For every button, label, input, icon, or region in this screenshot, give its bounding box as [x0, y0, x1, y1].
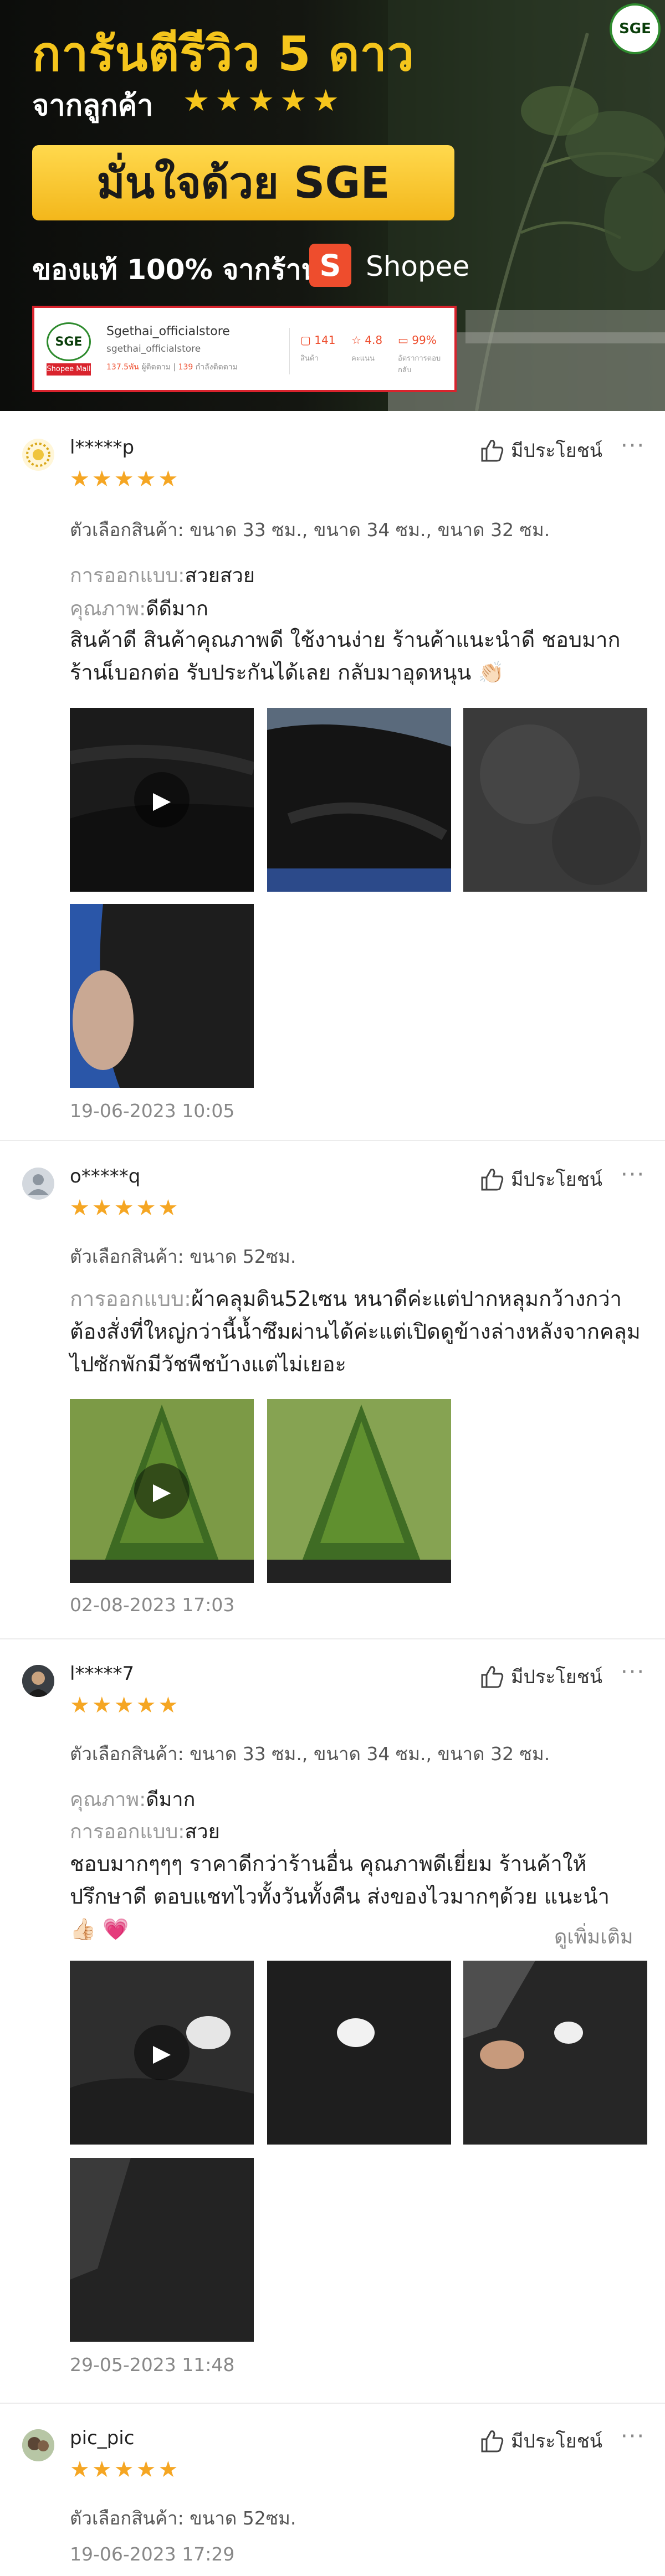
more-options-icon[interactable]: ···	[621, 433, 645, 459]
store-logo-tag: Shopee Mall	[47, 363, 91, 376]
avatar[interactable]	[22, 1168, 54, 1200]
product-variation: ตัวเลือกสินค้า: ขนาด 33 ซม., ขนาด 34 ซม.…	[70, 519, 550, 541]
review-photo[interactable]	[463, 1961, 647, 2145]
review-photo[interactable]	[267, 708, 451, 892]
review-attribute: การออกแบบ:สวยสวย	[70, 564, 255, 587]
review-date: 19-06-2023 17:29	[70, 2543, 235, 2565]
review-item: l*****p มีประโยชน์ ··· ★★★★★ ตัวเลือกสิน…	[0, 411, 665, 1141]
product-variation: ตัวเลือกสินค้า: ขนาด 52ซม.	[70, 2507, 296, 2529]
review-attribute: คุณภาพ:ดีมาก	[70, 1788, 196, 1811]
helpful-button[interactable]: มีประโยชน์	[480, 1164, 602, 1194]
reviewer-name: pic_pic	[70, 2427, 135, 2449]
helpful-button[interactable]: มีประโยชน์	[480, 2426, 602, 2456]
avatar[interactable]	[22, 2429, 54, 2461]
review-attribute: การออกแบบ:สวย	[70, 1821, 220, 1843]
play-icon[interactable]: ▶	[134, 1463, 190, 1519]
shopee-label: Shopee	[366, 250, 470, 282]
see-more-link[interactable]: ดูเพิ่มเติม	[554, 1921, 633, 1952]
promo-banner: การันตีรีวิว 5 ดาว จากลูกค้า ★★★★★ มั่นใ…	[0, 0, 665, 411]
store-stat-response: ▭ 99% อัตราการตอบกลับ	[398, 333, 453, 376]
review-date: 02-08-2023 17:03	[70, 1594, 235, 1616]
play-icon[interactable]: ▶	[134, 2025, 190, 2080]
banner-headline: การันตีรีวิว 5 ดาว	[32, 27, 415, 82]
thumbs-up-icon	[480, 1665, 504, 1688]
thumbs-up-icon	[480, 439, 504, 462]
store-divider	[289, 328, 290, 374]
review-video[interactable]: ▶	[70, 1961, 254, 2145]
reviewer-name: l*****7	[70, 1663, 135, 1685]
box-icon: ▢ 141	[300, 333, 336, 347]
more-options-icon[interactable]: ···	[621, 1162, 645, 1187]
review-photo[interactable]	[267, 1399, 451, 1583]
banner-subhead: จากลูกค้า	[32, 89, 154, 122]
store-logo: SGE Shopee Mall	[47, 322, 91, 378]
rating-stars: ★★★★★	[70, 2457, 181, 2482]
sge-logo: SGE	[610, 3, 661, 54]
review-photo[interactable]	[463, 708, 647, 892]
shopee-bag-icon: S	[309, 244, 351, 287]
more-options-icon[interactable]: ···	[621, 1659, 645, 1685]
rating-stars: ★★★★★	[70, 466, 181, 492]
review-text: ชอบมากๆๆๆ ราคาดีกว่าร้านอื่น คุณภาพดีเยี…	[70, 1852, 610, 1941]
review-text: สินค้าดี สินค้าคุณภาพดี ใช้งานง่าย ร้านค…	[70, 628, 621, 685]
thumbs-up-icon	[480, 1168, 504, 1191]
review-photo[interactable]	[70, 2158, 254, 2342]
banner-cta: มั่นใจด้วย SGE	[32, 145, 454, 220]
review-photo[interactable]	[70, 904, 254, 1088]
helpful-button[interactable]: มีประโยชน์	[480, 1662, 602, 1691]
review-date: 19-06-2023 10:05	[70, 1100, 235, 1122]
review-photo[interactable]	[267, 1961, 451, 2145]
more-options-icon[interactable]: ···	[621, 2424, 645, 2449]
store-logo-mark: SGE	[47, 322, 91, 361]
rating-stars: ★★★★★	[70, 1195, 181, 1221]
avatar[interactable]	[22, 1665, 54, 1697]
review-item: l*****7 มีประโยชน์ ··· ★★★★★ ตัวเลือกสิน…	[0, 1639, 665, 2404]
store-name: Sgethai_officialstore	[106, 325, 230, 338]
store-id: sgethai_officialstore	[106, 343, 201, 354]
store-card: SGE Shopee Mall Sgethai_officialstore sg…	[32, 306, 457, 392]
review-item: o*****q มีประโยชน์ ··· ★★★★★ ตัวเลือกสิน…	[0, 1141, 665, 1639]
review-video[interactable]: ▶	[70, 1399, 254, 1583]
reviewer-name: o*****q	[70, 1165, 141, 1187]
reviewer-name: l*****p	[70, 436, 135, 459]
thumbs-up-icon	[480, 2429, 504, 2452]
banner-stars: ★★★★★	[183, 83, 345, 118]
store-stat-products: ▢ 141 สินค้า	[300, 333, 356, 364]
store-meta: 137.5พัน ผู้ติดตาม | 139 กำลังติดตาม	[106, 363, 238, 372]
review-item: pic_pic มีประโยชน์ ··· ★★★★★ ตัวเลือกสิน…	[0, 2404, 665, 2576]
review-attribute: คุณภาพ:ดีดีมาก	[70, 598, 208, 620]
product-variation: ตัวเลือกสินค้า: ขนาด 33 ซม., ขนาด 34 ซม.…	[70, 1743, 550, 1765]
rating-stars: ★★★★★	[70, 1693, 181, 1718]
review-date: 29-05-2023 11:48	[70, 2354, 235, 2376]
review-text: การออกแบบ:ผ้าคลุมดิน52เซน หนาดีค่ะแต่ปาก…	[70, 1287, 641, 1376]
play-icon[interactable]: ▶	[134, 772, 190, 827]
helpful-button[interactable]: มีประโยชน์	[480, 435, 602, 465]
review-video[interactable]: ▶	[70, 708, 254, 892]
product-variation: ตัวเลือกสินค้า: ขนาด 52ซม.	[70, 1246, 296, 1267]
avatar[interactable]	[22, 439, 54, 471]
banner-authentic-text: ของแท้ 100% จากร้าน	[32, 254, 320, 286]
chat-icon: ▭ 99%	[398, 333, 437, 347]
